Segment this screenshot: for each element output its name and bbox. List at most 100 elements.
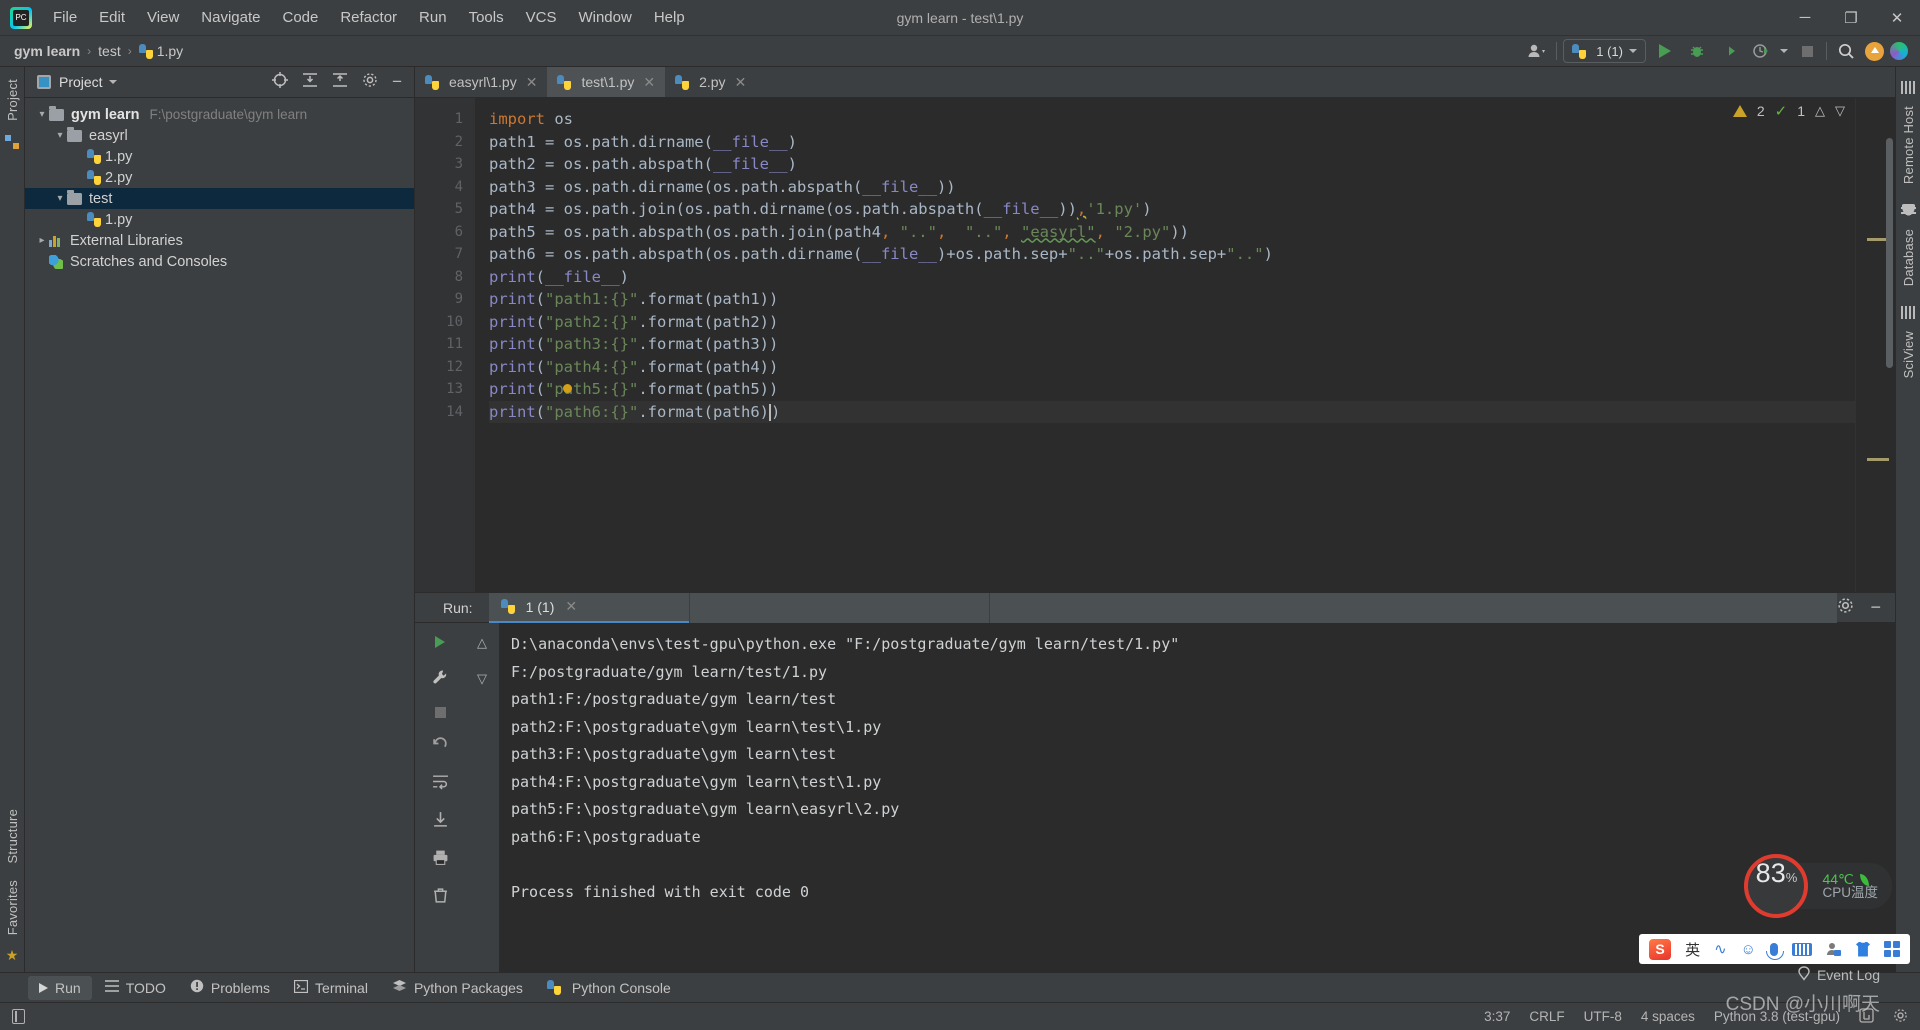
run-configuration-selector[interactable]: 1 (1) [1563,39,1646,63]
ime-language-indicator[interactable]: 英 [1685,939,1700,960]
run-button[interactable] [1652,39,1678,63]
chevron-down-icon[interactable]: ▾ [53,130,67,141]
tree-item-external-libraries[interactable]: ▸ External Libraries [25,230,414,251]
editor-analysis-strip[interactable] [1855,98,1895,592]
close-icon[interactable]: ✕ [565,598,577,615]
keyboard-icon[interactable] [1792,942,1812,956]
run-settings-gear-icon[interactable] [1837,597,1854,618]
menu-refactor[interactable]: Refactor [329,5,408,30]
tree-item-test-1py[interactable]: 1.py [25,209,414,230]
breadcrumb-file[interactable]: 1.py [157,43,183,59]
update-icon[interactable] [1865,41,1884,61]
menu-file[interactable]: File [42,5,88,30]
menu-window[interactable]: Window [567,5,642,30]
ime-toolbar[interactable]: 英 ∿ ☺ [1639,934,1910,964]
maximize-button[interactable]: ❐ [1828,0,1874,36]
select-opened-file-icon[interactable] [272,72,289,92]
tool-button-python-console[interactable]: Python Console [536,976,682,1000]
soft-wrap-icon[interactable] [432,773,449,794]
close-icon[interactable]: ✕ [526,74,538,91]
bookmarks-icon[interactable] [5,134,19,149]
event-log-button[interactable]: Event Log [1797,966,1880,984]
tree-item-easyrl-1py[interactable]: 1.py [25,146,414,167]
sidebar-item-remote-host[interactable]: Remote Host [1901,98,1916,192]
sidebar-item-structure[interactable]: Structure [5,801,20,872]
editor-tab-2py[interactable]: 2.py ✕ [665,67,756,97]
sogou-logo-icon[interactable] [1649,938,1672,960]
star-icon[interactable]: ★ [6,947,19,964]
analysis-marker[interactable] [1867,458,1889,461]
rerun-button[interactable] [435,635,445,652]
menu-view[interactable]: View [136,5,190,30]
expand-all-icon[interactable] [302,72,318,92]
search-icon[interactable] [1833,39,1859,63]
window-controls[interactable]: ─ ❐ ✕ [1782,0,1920,36]
stop-process-button[interactable] [434,707,446,718]
show-tool-windows-icon[interactable] [12,1009,25,1024]
line-separator[interactable]: CRLF [1529,1009,1564,1024]
close-button[interactable]: ✕ [1874,0,1920,36]
next-problem-icon[interactable]: ▽ [1835,103,1845,119]
settings-gear-icon[interactable] [1893,1008,1908,1026]
restart-icon[interactable] [432,735,449,756]
debug-button[interactable] [1684,39,1710,63]
menu-run[interactable]: Run [408,5,458,30]
sidebar-item-project[interactable]: Project [5,71,20,129]
run-tab-1[interactable]: 1 (1) ✕ [488,592,689,623]
tool-button-terminal[interactable]: Terminal [283,976,379,1000]
hide-panel-icon[interactable]: − [392,73,402,90]
tool-button-run[interactable]: Run [28,975,92,1000]
editor-scrollbar[interactable] [1886,138,1893,368]
user-account-icon[interactable] [1524,39,1550,63]
menu-navigate[interactable]: Navigate [190,5,271,30]
editor-tab-test-1py[interactable]: test\1.py ✕ [547,67,666,97]
run-console-output[interactable]: D:\anaconda\envs\test-gpu\python.exe "F:… [499,623,1895,972]
sidebar-item-database[interactable]: Database [1901,221,1916,294]
menu-code[interactable]: Code [271,5,329,30]
run-with-coverage-button[interactable] [1716,39,1742,63]
panel-settings-gear-icon[interactable] [362,72,378,92]
scroll-down-icon[interactable]: ▽ [477,671,487,687]
code-editor[interactable]: 1 2 3 4 5 6 7 8 9 10 11 12 13 14 import … [415,98,1895,592]
ai-assistant-icon[interactable] [1890,42,1908,60]
profile-button[interactable] [1748,39,1774,63]
tool-button-problems[interactable]: Problems [179,975,281,1000]
editor-tab-easyrl-1py[interactable]: easyrl\1.py ✕ [415,67,547,97]
menu-help[interactable]: Help [643,5,696,30]
tree-item-scratches[interactable]: Scratches and Consoles [25,251,414,272]
scroll-up-icon[interactable]: △ [477,635,487,651]
hide-run-window-icon[interactable]: − [1870,598,1881,616]
tree-item-gym-learn[interactable]: ▾ gym learn F:\postgraduate\gym learn [25,104,414,125]
chevron-right-icon[interactable]: ▸ [35,235,49,246]
indent-setting[interactable]: 4 spaces [1641,1009,1695,1024]
file-encoding[interactable]: UTF-8 [1584,1009,1622,1024]
breadcrumb-project[interactable]: gym learn [14,43,80,59]
mic-icon[interactable] [1766,942,1784,960]
breadcrumb-folder[interactable]: test [98,43,121,59]
menu-vcs[interactable]: VCS [515,5,568,30]
tree-item-easyrl[interactable]: ▾ easyrl [25,125,414,146]
cpu-monitor-widget[interactable]: 83 % 44℃ CPU温度 [1744,854,1892,918]
tree-item-test[interactable]: ▾ test [25,188,414,209]
minimize-button[interactable]: ─ [1782,0,1828,36]
print-icon[interactable] [432,849,449,870]
sidebar-item-sciview[interactable]: SciView [1901,323,1916,386]
emoji-icon[interactable]: ☺ [1741,941,1756,958]
menu-tools[interactable]: Tools [458,5,515,30]
profile-chevron-icon[interactable] [1780,49,1788,53]
project-tree[interactable]: ▾ gym learn F:\postgraduate\gym learn ▾ … [25,98,414,272]
menu-bar[interactable]: File Edit View Navigate Code Refactor Ru… [42,5,696,30]
close-icon[interactable]: ✕ [643,74,655,91]
tool-button-todo[interactable]: TODO [94,976,177,1000]
skin-icon[interactable] [1856,941,1870,957]
scroll-to-end-icon[interactable] [432,811,449,832]
close-icon[interactable]: ✕ [735,74,747,91]
python-interpreter[interactable]: Python 3.8 (test-gpu) [1714,1009,1840,1024]
sidebar-item-favorites[interactable]: Favorites [5,872,20,943]
collapse-all-icon[interactable] [332,72,348,92]
previous-problem-icon[interactable]: △ [1815,103,1825,119]
chevron-down-icon[interactable]: ▾ [53,193,67,204]
tree-item-easyrl-2py[interactable]: 2.py [25,167,414,188]
tool-button-python-packages[interactable]: Python Packages [381,975,534,1000]
chevron-down-icon[interactable]: ▾ [35,109,49,120]
